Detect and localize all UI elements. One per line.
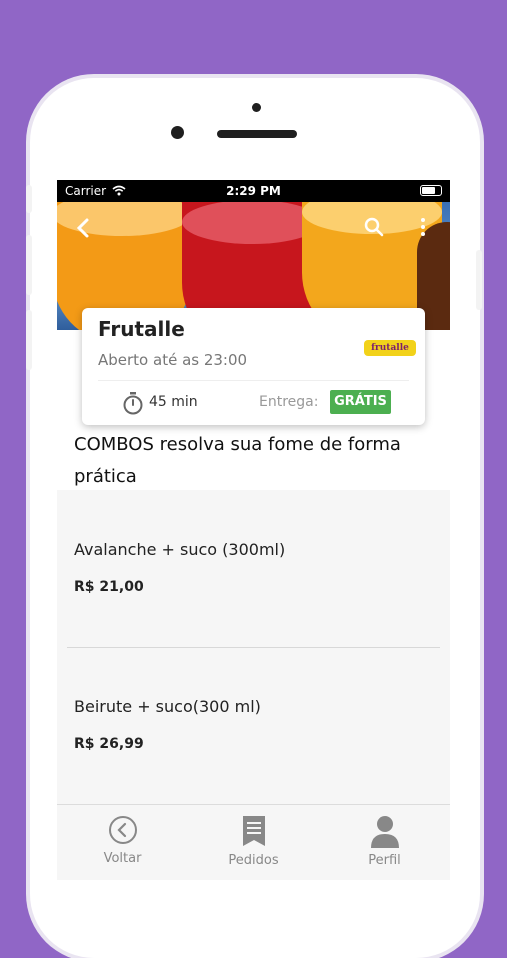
more-options-icon[interactable] <box>419 216 427 238</box>
product-name[interactable]: Avalanche + suco (300ml) <box>74 540 285 559</box>
tab-orders[interactable]: Pedidos <box>188 805 319 880</box>
phone-sensor <box>252 103 261 112</box>
restaurant-name: Frutalle <box>98 317 185 341</box>
product-list: Avalanche + suco (300ml) R$ 21,00 Beirut… <box>57 490 450 804</box>
restaurant-logo: frutalle <box>364 340 416 356</box>
card-divider <box>98 380 409 381</box>
back-circle-icon <box>108 816 137 844</box>
phone-camera <box>171 126 184 139</box>
tab-bar: Voltar Pedidos Perfil <box>57 804 450 880</box>
status-bar: Carrier 2:29 PM <box>57 180 450 202</box>
user-icon <box>370 816 399 848</box>
battery-icon <box>420 185 442 196</box>
phone-volume-down <box>26 310 32 370</box>
phone-side-button <box>26 185 32 213</box>
product-price: R$ 26,99 <box>74 736 144 752</box>
product-name[interactable]: Beirute + suco(300 ml) <box>74 697 261 716</box>
back-arrow-icon[interactable] <box>73 217 95 239</box>
tab-orders-label: Pedidos <box>228 853 279 868</box>
tab-back[interactable]: Voltar <box>57 805 188 880</box>
tab-profile[interactable]: Perfil <box>319 805 450 880</box>
status-time: 2:29 PM <box>226 184 281 198</box>
stopwatch-icon <box>123 392 143 415</box>
section-title: COMBOS resolva sua fome de forma prática <box>74 434 401 487</box>
product-price: R$ 21,00 <box>74 579 144 595</box>
search-icon[interactable] <box>363 216 385 238</box>
delivery-fee-badge: GRÁTIS <box>330 390 391 414</box>
phone-power-button <box>476 250 482 310</box>
app-screen: Carrier 2:29 PM Frutalle Aberto até as 2… <box>57 180 450 880</box>
delivery-time: 45 min <box>149 394 198 410</box>
restaurant-card: Frutalle Aberto até as 23:00 frutalle 45… <box>82 308 425 425</box>
phone-speaker <box>217 130 297 138</box>
tab-back-label: Voltar <box>103 851 142 866</box>
tab-profile-label: Perfil <box>368 853 401 868</box>
receipt-icon <box>242 816 265 846</box>
phone-volume-up <box>26 235 32 295</box>
list-divider <box>67 647 440 648</box>
opening-hours: Aberto até as 23:00 <box>98 351 248 369</box>
delivery-label: Entrega: <box>259 394 319 410</box>
